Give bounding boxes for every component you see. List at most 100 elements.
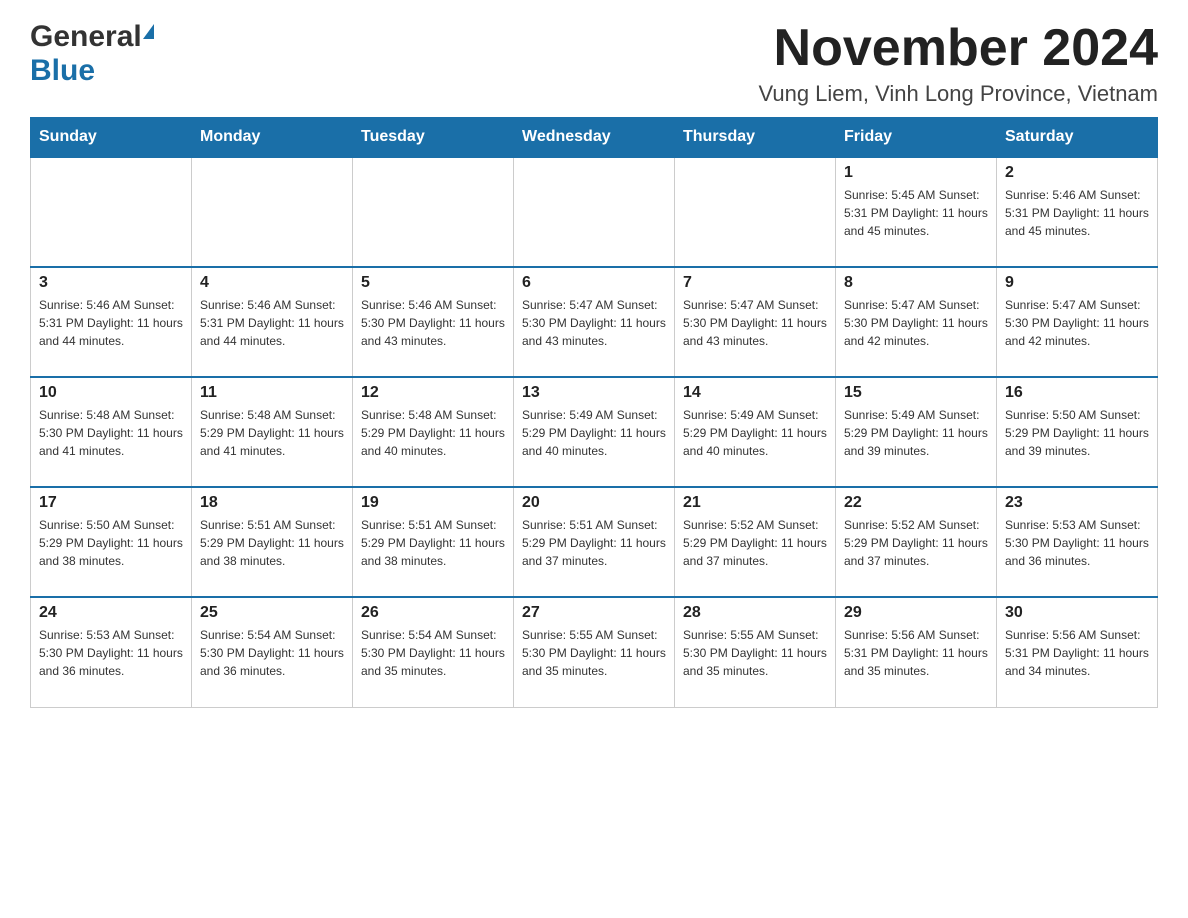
calendar-cell: 2 Sunrise: 5:46 AM Sunset: 5:31 PM Daylig…	[997, 157, 1158, 267]
calendar-cell: 23 Sunrise: 5:53 AM Sunset: 5:30 PM Dayli…	[997, 487, 1158, 597]
calendar-cell: 29 Sunrise: 5:56 AM Sunset: 5:31 PM Dayli…	[836, 597, 997, 707]
day-number: 20	[522, 494, 666, 512]
calendar-cell: 10 Sunrise: 5:48 AM Sunset: 5:30 PM Dayli…	[31, 377, 192, 487]
calendar-week-row: 24 Sunrise: 5:53 AM Sunset: 5:30 PM Dayli…	[31, 597, 1158, 707]
day-info: Sunrise: 5:48 AM Sunset: 5:30 PM Dayligh…	[39, 406, 183, 460]
calendar-week-row: 1 Sunrise: 5:45 AM Sunset: 5:31 PM Daylig…	[31, 157, 1158, 267]
day-info: Sunrise: 5:51 AM Sunset: 5:29 PM Dayligh…	[522, 516, 666, 570]
calendar-cell: 25Sunrise: 5:54 AM Sunset: 5:30 PM Dayli…	[192, 597, 353, 707]
day-info: Sunrise: 5:53 AM Sunset: 5:30 PM Dayligh…	[1005, 516, 1149, 570]
calendar-cell: 8 Sunrise: 5:47 AM Sunset: 5:30 PM Daylig…	[836, 267, 997, 377]
calendar-cell: 9 Sunrise: 5:47 AM Sunset: 5:30 PM Daylig…	[997, 267, 1158, 377]
logo: General Blue	[30, 20, 154, 88]
day-info: Sunrise: 5:56 AM Sunset: 5:31 PM Dayligh…	[1005, 626, 1149, 680]
calendar-day-header: Saturday	[997, 118, 1158, 158]
day-info: Sunrise: 5:55 AM Sunset: 5:30 PM Dayligh…	[683, 626, 827, 680]
day-info: Sunrise: 5:56 AM Sunset: 5:31 PM Dayligh…	[844, 626, 988, 680]
day-number: 27	[522, 604, 666, 622]
logo-general-text: General	[30, 20, 142, 54]
day-info: Sunrise: 5:50 AM Sunset: 5:29 PM Dayligh…	[1005, 406, 1149, 460]
day-number: 4	[200, 274, 344, 292]
day-number: 30	[1005, 604, 1149, 622]
day-number: 2	[1005, 164, 1149, 182]
calendar-cell: 6 Sunrise: 5:47 AM Sunset: 5:30 PM Daylig…	[514, 267, 675, 377]
calendar-cell	[514, 157, 675, 267]
calendar-cell: 17Sunrise: 5:50 AM Sunset: 5:29 PM Dayli…	[31, 487, 192, 597]
location-subtitle: Vung Liem, Vinh Long Province, Vietnam	[758, 81, 1158, 107]
day-number: 15	[844, 384, 988, 402]
calendar-cell: 1 Sunrise: 5:45 AM Sunset: 5:31 PM Daylig…	[836, 157, 997, 267]
day-number: 10	[39, 384, 183, 402]
day-info: Sunrise: 5:48 AM Sunset: 5:29 PM Dayligh…	[361, 406, 505, 460]
day-number: 12	[361, 384, 505, 402]
day-info: Sunrise: 5:46 AM Sunset: 5:31 PM Dayligh…	[39, 296, 183, 350]
calendar-day-header: Tuesday	[353, 118, 514, 158]
day-number: 14	[683, 384, 827, 402]
calendar-cell: 22 Sunrise: 5:52 AM Sunset: 5:29 PM Dayli…	[836, 487, 997, 597]
calendar-day-header: Wednesday	[514, 118, 675, 158]
calendar-cell: 11 Sunrise: 5:48 AM Sunset: 5:29 PM Dayli…	[192, 377, 353, 487]
day-info: Sunrise: 5:53 AM Sunset: 5:30 PM Dayligh…	[39, 626, 183, 680]
day-number: 29	[844, 604, 988, 622]
calendar-table: SundayMondayTuesdayWednesdayThursdayFrid…	[30, 117, 1158, 708]
day-info: Sunrise: 5:46 AM Sunset: 5:30 PM Dayligh…	[361, 296, 505, 350]
calendar-cell	[31, 157, 192, 267]
calendar-cell: 26 Sunrise: 5:54 AM Sunset: 5:30 PM Dayli…	[353, 597, 514, 707]
day-number: 6	[522, 274, 666, 292]
calendar-cell: 16 Sunrise: 5:50 AM Sunset: 5:29 PM Dayli…	[997, 377, 1158, 487]
day-number: 13	[522, 384, 666, 402]
month-title: November 2024	[758, 20, 1158, 77]
day-number: 3	[39, 274, 183, 292]
day-info: Sunrise: 5:48 AM Sunset: 5:29 PM Dayligh…	[200, 406, 344, 460]
day-number: 26	[361, 604, 505, 622]
calendar-cell: 13Sunrise: 5:49 AM Sunset: 5:29 PM Dayli…	[514, 377, 675, 487]
day-number: 5	[361, 274, 505, 292]
day-info: Sunrise: 5:49 AM Sunset: 5:29 PM Dayligh…	[683, 406, 827, 460]
day-number: 18	[200, 494, 344, 512]
day-number: 24	[39, 604, 183, 622]
day-info: Sunrise: 5:52 AM Sunset: 5:29 PM Dayligh…	[844, 516, 988, 570]
calendar-cell: 5 Sunrise: 5:46 AM Sunset: 5:30 PM Daylig…	[353, 267, 514, 377]
calendar-day-header: Sunday	[31, 118, 192, 158]
calendar-cell	[353, 157, 514, 267]
day-number: 16	[1005, 384, 1149, 402]
day-info: Sunrise: 5:51 AM Sunset: 5:29 PM Dayligh…	[361, 516, 505, 570]
day-info: Sunrise: 5:47 AM Sunset: 5:30 PM Dayligh…	[522, 296, 666, 350]
title-section: November 2024 Vung Liem, Vinh Long Provi…	[758, 20, 1158, 107]
day-number: 7	[683, 274, 827, 292]
calendar-cell: 20 Sunrise: 5:51 AM Sunset: 5:29 PM Dayli…	[514, 487, 675, 597]
day-info: Sunrise: 5:46 AM Sunset: 5:31 PM Dayligh…	[200, 296, 344, 350]
calendar-cell: 3 Sunrise: 5:46 AM Sunset: 5:31 PM Daylig…	[31, 267, 192, 377]
day-info: Sunrise: 5:51 AM Sunset: 5:29 PM Dayligh…	[200, 516, 344, 570]
day-info: Sunrise: 5:54 AM Sunset: 5:30 PM Dayligh…	[200, 626, 344, 680]
logo-blue-text: Blue	[30, 54, 95, 87]
day-number: 23	[1005, 494, 1149, 512]
day-number: 17	[39, 494, 183, 512]
calendar-cell: 14 Sunrise: 5:49 AM Sunset: 5:29 PM Dayli…	[675, 377, 836, 487]
calendar-cell: 30 Sunrise: 5:56 AM Sunset: 5:31 PM Dayli…	[997, 597, 1158, 707]
day-number: 9	[1005, 274, 1149, 292]
day-info: Sunrise: 5:55 AM Sunset: 5:30 PM Dayligh…	[522, 626, 666, 680]
day-info: Sunrise: 5:52 AM Sunset: 5:29 PM Dayligh…	[683, 516, 827, 570]
day-info: Sunrise: 5:45 AM Sunset: 5:31 PM Dayligh…	[844, 186, 988, 240]
day-info: Sunrise: 5:47 AM Sunset: 5:30 PM Dayligh…	[1005, 296, 1149, 350]
day-info: Sunrise: 5:47 AM Sunset: 5:30 PM Dayligh…	[844, 296, 988, 350]
day-number: 19	[361, 494, 505, 512]
day-number: 1	[844, 164, 988, 182]
calendar-cell: 28 Sunrise: 5:55 AM Sunset: 5:30 PM Dayli…	[675, 597, 836, 707]
day-info: Sunrise: 5:54 AM Sunset: 5:30 PM Dayligh…	[361, 626, 505, 680]
day-number: 8	[844, 274, 988, 292]
calendar-day-header: Friday	[836, 118, 997, 158]
logo-arrow-icon	[143, 24, 154, 39]
page-header: General Blue November 2024 Vung Liem, Vi…	[30, 20, 1158, 107]
calendar-header-row: SundayMondayTuesdayWednesdayThursdayFrid…	[31, 118, 1158, 158]
calendar-day-header: Monday	[192, 118, 353, 158]
day-info: Sunrise: 5:47 AM Sunset: 5:30 PM Dayligh…	[683, 296, 827, 350]
day-info: Sunrise: 5:49 AM Sunset: 5:29 PM Dayligh…	[844, 406, 988, 460]
day-number: 22	[844, 494, 988, 512]
calendar-cell: 4 Sunrise: 5:46 AM Sunset: 5:31 PM Daylig…	[192, 267, 353, 377]
day-number: 11	[200, 384, 344, 402]
day-number: 28	[683, 604, 827, 622]
calendar-cell	[192, 157, 353, 267]
day-info: Sunrise: 5:46 AM Sunset: 5:31 PM Dayligh…	[1005, 186, 1149, 240]
